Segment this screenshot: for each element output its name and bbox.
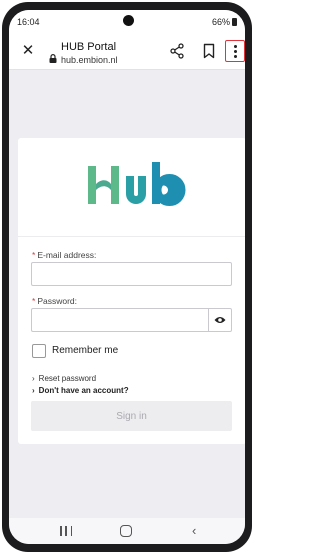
required-mark: * <box>32 296 36 306</box>
eye-icon <box>214 317 226 323</box>
android-nav-bar: ‹ <box>9 518 245 544</box>
status-battery: 66% <box>212 17 237 27</box>
remember-checkbox[interactable] <box>32 344 46 358</box>
email-field[interactable] <box>31 262 232 286</box>
phone-frame: 16:04 66% ✕ HUB Portal hub.embion.nl * E… <box>2 2 252 552</box>
battery-icon <box>232 18 237 26</box>
share-icon[interactable] <box>169 43 185 59</box>
remember-label[interactable]: Remember me <box>52 345 118 356</box>
email-label: * E-mail address: <box>32 250 96 260</box>
recents-icon[interactable] <box>60 526 72 536</box>
page-title: HUB Portal <box>61 41 117 53</box>
back-icon[interactable]: ‹ <box>192 523 196 539</box>
show-password-button[interactable] <box>208 308 232 332</box>
signup-text[interactable]: Don't have an account? <box>39 386 129 395</box>
login-card: * E-mail address: * Password: Remember me … <box>18 138 245 444</box>
status-time: 16:04 <box>17 17 40 27</box>
password-label-text: Password: <box>37 296 77 306</box>
reset-password-text[interactable]: Reset password <box>39 374 96 383</box>
home-icon[interactable] <box>120 525 132 537</box>
status-bar: 16:04 66% <box>9 10 245 34</box>
logo-area <box>18 138 245 237</box>
screen: 16:04 66% ✕ HUB Portal hub.embion.nl * E… <box>9 10 245 544</box>
password-label: * Password: <box>32 296 77 306</box>
page-url[interactable]: hub.embion.nl <box>61 55 118 65</box>
email-label-text: E-mail address: <box>37 250 97 260</box>
required-mark: * <box>32 250 36 260</box>
hub-logo <box>88 162 186 206</box>
signup-link[interactable]: › Don't have an account? <box>32 386 129 395</box>
sign-in-button[interactable]: Sign in <box>31 401 232 431</box>
close-icon[interactable]: ✕ <box>19 42 37 60</box>
battery-percent: 66% <box>211 17 230 27</box>
camera-hole <box>123 15 134 26</box>
password-field[interactable] <box>31 308 209 332</box>
bookmark-icon[interactable] <box>202 43 216 59</box>
reset-password-link[interactable]: › Reset password <box>32 374 96 383</box>
chevron-right-icon: › <box>32 374 35 383</box>
lock-icon <box>49 54 57 63</box>
chevron-right-icon: › <box>32 386 35 395</box>
browser-toolbar: ✕ HUB Portal hub.embion.nl <box>9 34 245 70</box>
more-vert-icon[interactable] <box>225 40 245 62</box>
